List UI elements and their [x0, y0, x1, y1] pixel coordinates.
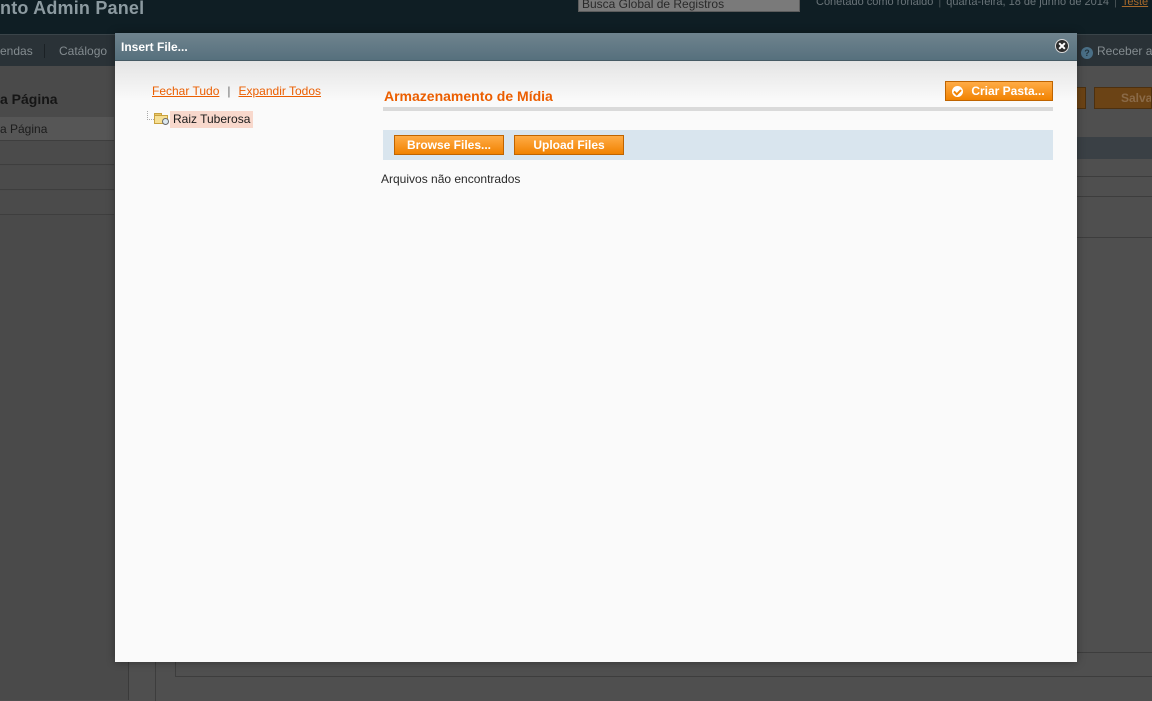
- tree-node-label[interactable]: Raiz Tuberosa: [170, 111, 254, 128]
- help-icon: ?: [1081, 47, 1093, 59]
- create-folder-button[interactable]: Criar Pasta...: [945, 81, 1053, 101]
- dialog-title: Insert File...: [121, 40, 188, 54]
- nav-item-catalogo[interactable]: Catálogo: [59, 44, 107, 58]
- folder-icon: [154, 113, 169, 125]
- collapse-all-link[interactable]: Fechar Tudo: [152, 84, 219, 98]
- admin-header: nto Admin Panel Busca Global de Registro…: [0, 0, 1152, 34]
- insert-file-dialog: Insert File... Fechar Tudo | Expandir Todo…: [115, 33, 1077, 662]
- bg-divider: [1077, 237, 1152, 238]
- sidebar-tab[interactable]: [0, 141, 114, 165]
- upload-files-button[interactable]: Upload Files: [514, 135, 624, 155]
- sidebar-tab-page[interactable]: a Página: [0, 117, 114, 141]
- help-link[interactable]: ? Receber a: [1081, 44, 1152, 59]
- tree-guide-line: [147, 111, 154, 120]
- empty-files-message: Arquivos não encontrados: [381, 172, 521, 186]
- create-folder-label: Criar Pasta...: [971, 84, 1045, 98]
- content-title: Armazenamento de Mídia: [384, 88, 553, 104]
- sidebar-tab[interactable]: [0, 166, 114, 190]
- header-separator: |: [1113, 0, 1117, 8]
- check-circle-icon: [952, 86, 963, 97]
- bg-divider: [1077, 176, 1152, 177]
- global-search-input[interactable]: Busca Global de Registros: [578, 0, 800, 12]
- logged-user-text: Conetado como ronaldo: [816, 0, 934, 8]
- tree-actions: Fechar Tudo | Expandir Todos: [152, 84, 321, 98]
- bg-grid-header: [1077, 137, 1152, 159]
- sidebar-tab[interactable]: [0, 191, 114, 215]
- header-info: Conetado como ronaldo | quarta-feira, 18 d…: [816, 0, 1148, 8]
- close-icon[interactable]: [1055, 39, 1069, 53]
- store-link[interactable]: Teste: [1122, 0, 1148, 8]
- header-separator: |: [938, 0, 942, 8]
- admin-logo: nto Admin Panel: [0, 0, 145, 18]
- sidebar-title: a Página: [0, 91, 58, 107]
- bg-divider: [1077, 196, 1152, 197]
- header-date: quarta-feira, 18 de junho de 2014: [946, 0, 1109, 8]
- dialog-title-bar[interactable]: Insert File...: [115, 33, 1077, 61]
- title-divider: [383, 107, 1053, 111]
- tree-actions-separator: |: [227, 84, 231, 98]
- browse-files-button[interactable]: Browse Files...: [394, 135, 504, 155]
- bg-save-button[interactable]: Salva: [1094, 87, 1152, 109]
- sidebar-tab-label: a Página: [0, 122, 48, 136]
- nav-item-vendas[interactable]: endas: [0, 44, 45, 58]
- bg-editor-frame-inner: [175, 662, 1152, 677]
- help-label: Receber a: [1097, 44, 1152, 58]
- expand-all-link[interactable]: Expandir Todos: [239, 84, 322, 98]
